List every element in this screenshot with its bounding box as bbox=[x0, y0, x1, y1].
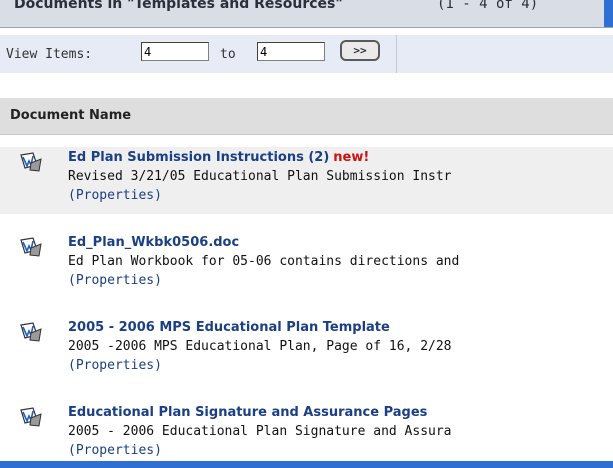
table-row: 2005 - 2006 MPS Educational Plan Templat… bbox=[0, 317, 613, 384]
document-name-column-header: Document Name bbox=[10, 108, 132, 123]
view-to-label: to bbox=[220, 47, 236, 62]
properties-link[interactable]: (Properties) bbox=[68, 188, 162, 203]
view-items-label: View Items: bbox=[6, 47, 93, 62]
view-to-input[interactable] bbox=[257, 42, 325, 61]
document-description: 2005 -2006 MPS Educational Plan, Page of… bbox=[68, 339, 452, 354]
section-title: Documents in "Templates and Resources" bbox=[14, 0, 343, 12]
table-header: Document Name bbox=[0, 98, 613, 135]
document-link[interactable]: Educational Plan Signature and Assurance… bbox=[68, 405, 427, 420]
document-link[interactable]: Ed_Plan_Wkbk0506.doc bbox=[68, 235, 239, 250]
view-items-bar: View Items: to >> bbox=[0, 35, 613, 73]
panel-divider bbox=[396, 35, 397, 73]
table-row: Educational Plan Signature and Assurance… bbox=[0, 402, 613, 461]
window-bottom-edge bbox=[0, 461, 613, 468]
view-from-input[interactable] bbox=[141, 42, 209, 61]
properties-link[interactable]: (Properties) bbox=[68, 273, 162, 288]
word-document-icon[interactable] bbox=[18, 236, 44, 258]
window-edge bbox=[604, 0, 613, 27]
document-link[interactable]: 2005 - 2006 MPS Educational Plan Templat… bbox=[68, 320, 390, 335]
word-document-icon[interactable] bbox=[18, 321, 44, 343]
document-link[interactable]: Ed Plan Submission Instructions (2) new! bbox=[68, 150, 369, 165]
document-description: Revised 3/21/05 Educational Plan Submiss… bbox=[68, 169, 452, 184]
word-document-icon[interactable] bbox=[18, 151, 44, 173]
table-row: Ed Plan Submission Instructions (2) new! … bbox=[0, 147, 613, 214]
table-row: Ed_Plan_Wkbk0506.doc Ed Plan Workbook fo… bbox=[0, 232, 613, 299]
properties-link[interactable]: (Properties) bbox=[68, 443, 162, 458]
go-button[interactable]: >> bbox=[340, 40, 380, 61]
document-description: 2005 - 2006 Educational Plan Signature a… bbox=[68, 424, 452, 439]
new-badge: new! bbox=[333, 150, 370, 165]
document-description: Ed Plan Workbook for 05-06 contains dire… bbox=[68, 254, 460, 269]
word-document-icon[interactable] bbox=[18, 406, 44, 428]
properties-link[interactable]: (Properties) bbox=[68, 358, 162, 373]
section-title-bar: Documents in "Templates and Resources" (… bbox=[0, 0, 613, 28]
item-count: (1 - 4 of 4) bbox=[437, 0, 539, 12]
